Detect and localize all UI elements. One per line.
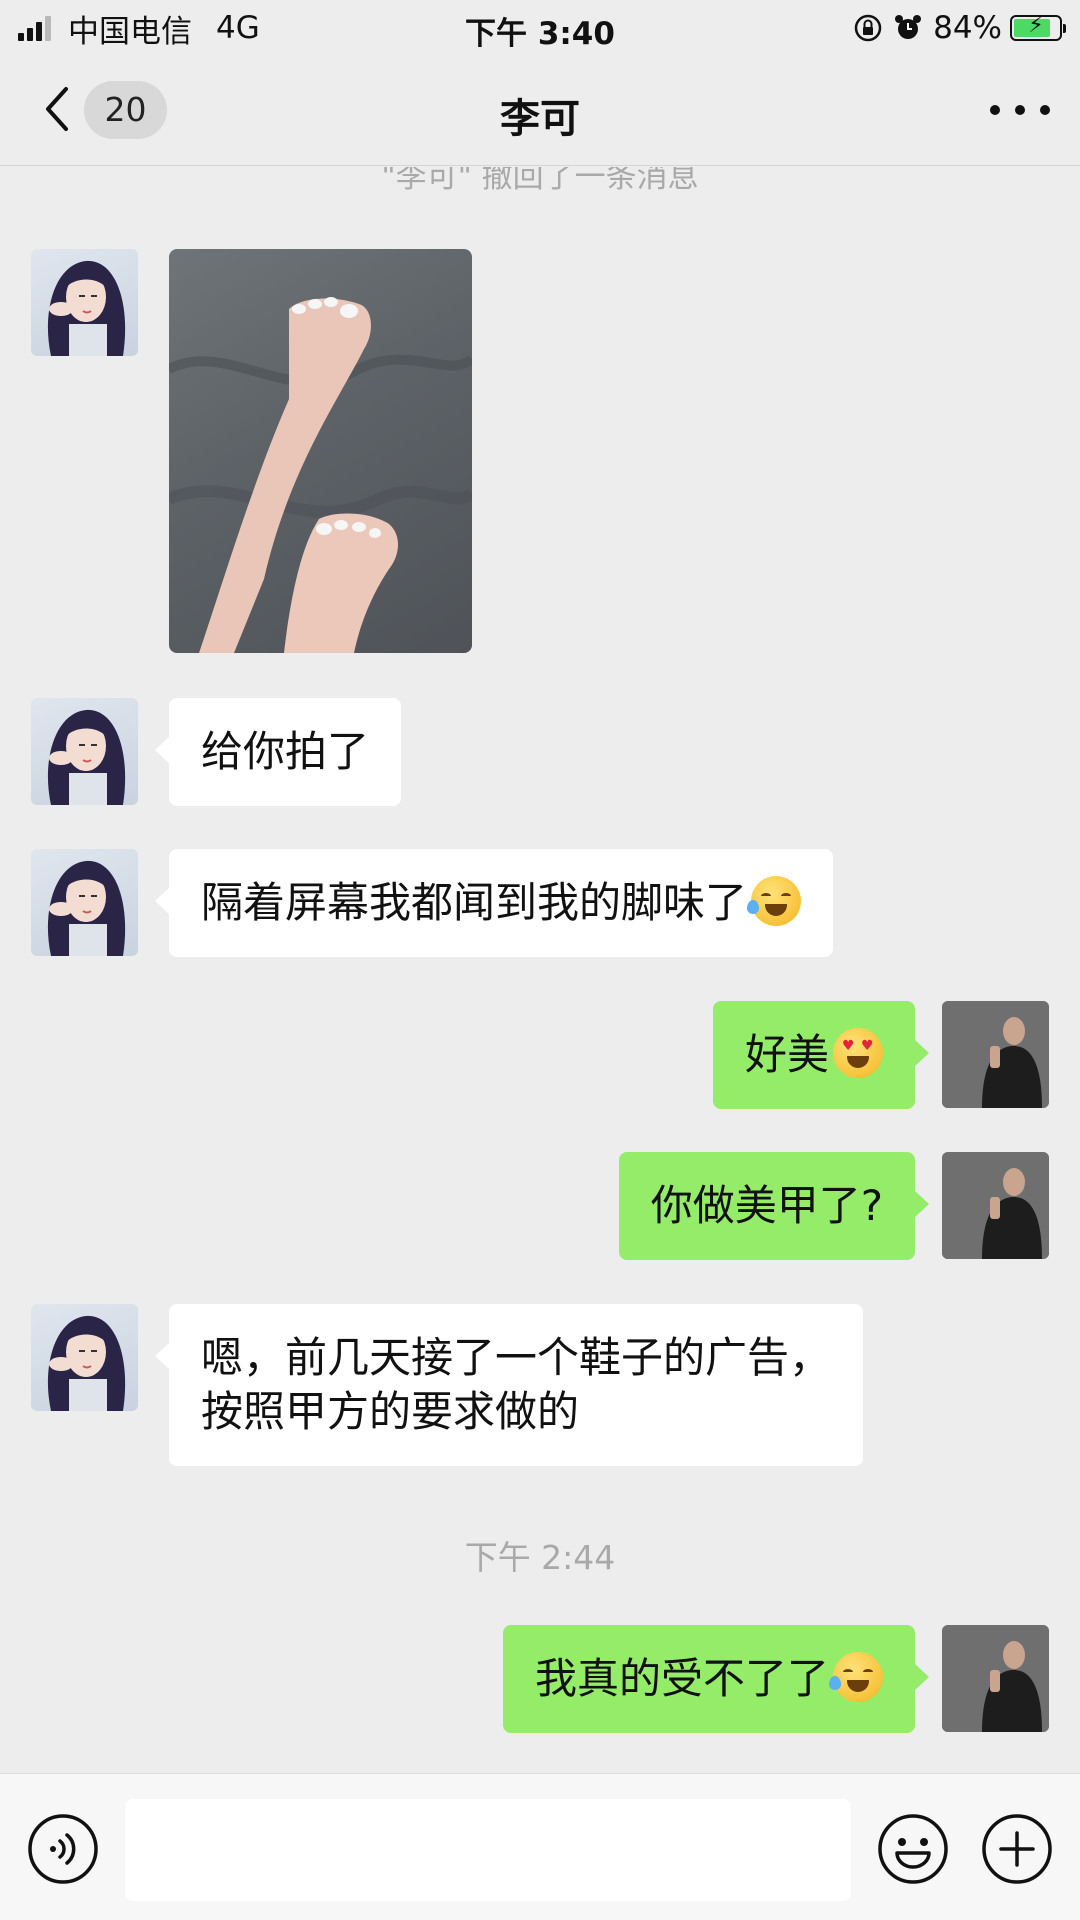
photo-image [169,297,472,653]
incoming-message[interactable]: 嗯，前几天接了一个鞋子的广告， 按照甲方的要求做的 [154,1304,864,1466]
alarm-icon [895,15,922,39]
message-text: 隔着屏幕我都闻到我的脚味了 [201,878,748,927]
girl-avatar-illustration [47,860,126,956]
contact-avatar[interactable] [31,849,138,956]
man-avatar-photo [942,1152,1049,1259]
chat-title: 李可 [500,96,580,142]
photo-message[interactable] [169,249,472,653]
outgoing-message[interactable]: 你做美甲了? [618,1152,930,1260]
status-right: 84% ⚡ [853,8,1066,48]
heart-eyes-emoji-icon: ♥ ♥ [833,1028,883,1078]
message-input[interactable] [125,1799,851,1901]
incoming-message[interactable]: 隔着屏幕我都闻到我的脚味了 [154,849,834,957]
incoming-message[interactable]: 给你拍了 [154,698,402,806]
voice-input-icon[interactable] [27,1813,99,1885]
orientation-lock-icon [854,14,882,42]
contact-avatar[interactable] [31,698,138,805]
battery-percent: 84% [933,10,1002,46]
message-text: 我真的受不了了 [534,1654,829,1703]
charging-bolt-icon: ⚡ [1028,13,1044,38]
man-avatar-photo [942,1001,1049,1108]
status-bar: 中国电信 4G 下午 3:40 84% ⚡ [0,0,1080,54]
emoji-picker-icon[interactable] [877,1813,949,1885]
girl-avatar-illustration [47,260,126,356]
laughing-crying-emoji-icon [747,876,802,926]
contact-avatar[interactable] [31,249,138,356]
message-text-line: 嗯，前几天接了一个鞋子的广告， [201,1333,832,1382]
chat-messages[interactable]: "李可" 撤回了一条消息 给你拍了 隔着屏幕我都闻到我的脚味了 好美 ♥ ♥ 你… [0,167,1080,1773]
message-text: 好美 [744,1030,829,1079]
message-timestamp: 下午 2:44 [464,1538,616,1577]
message-text: 你做美甲了? [650,1181,883,1230]
outgoing-message[interactable]: 我真的受不了了 [502,1625,930,1733]
girl-avatar-illustration [47,1315,126,1411]
laughing-crying-emoji-icon [829,1652,883,1702]
my-avatar[interactable] [942,1625,1049,1732]
message-text-line: 按照甲方的要求做的 [201,1387,580,1436]
girl-avatar-illustration [47,709,126,805]
add-attachment-icon[interactable] [981,1813,1053,1885]
nav-bar: 20 李可 [0,54,1080,166]
recall-notice: "李可" 撤回了一条消息 [381,167,699,195]
my-avatar[interactable] [942,1001,1049,1108]
input-bar [0,1773,1080,1920]
my-avatar[interactable] [942,1152,1049,1259]
outgoing-message[interactable]: 好美 ♥ ♥ [712,1001,930,1109]
message-text: 给你拍了 [201,727,370,776]
battery-icon: ⚡ [1010,13,1066,41]
more-options-icon[interactable] [990,90,1050,130]
man-avatar-photo [942,1625,1049,1732]
contact-avatar[interactable] [31,1304,138,1411]
